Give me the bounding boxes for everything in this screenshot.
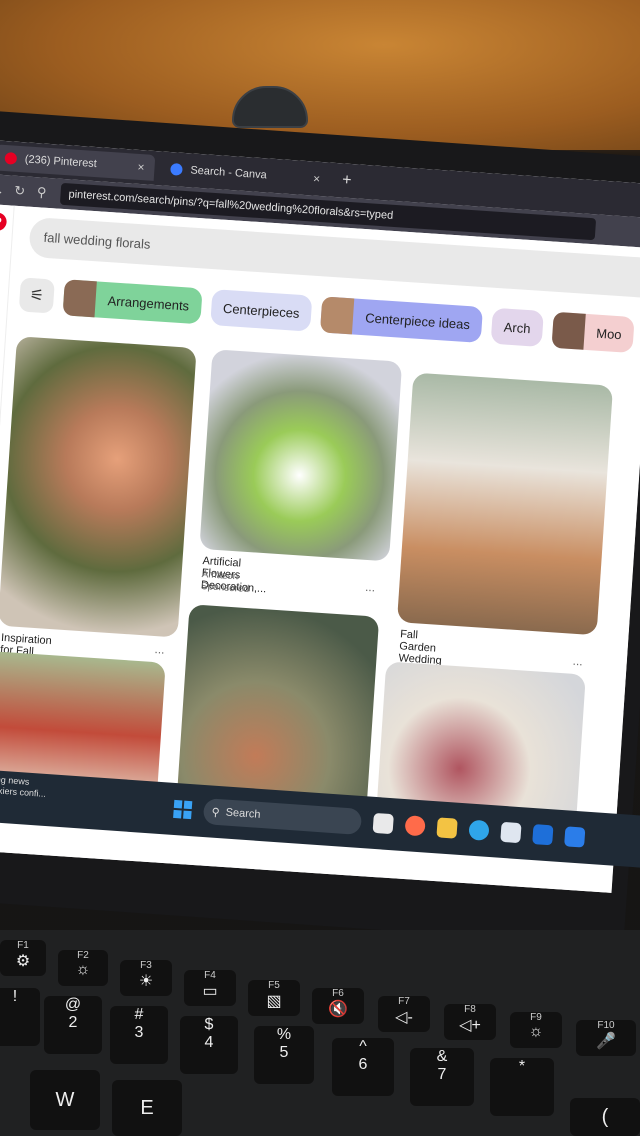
fn-key[interactable]: F6 🔇 — [312, 988, 364, 1024]
more-options-icon[interactable]: ... — [365, 580, 376, 595]
laptop-keyboard: F1 ⚙ F2 ☼ F3 ☀ F4 ▭ F5 ▧ F6 🔇 F7 ◁- F8 ◁+ F9 ☼ F1… — [0, 930, 640, 1136]
edge-icon[interactable] — [468, 819, 490, 841]
canva-favicon-icon — [170, 163, 183, 176]
news-line: king news — [0, 773, 30, 787]
fn-key[interactable]: F4 ▭ — [184, 970, 236, 1006]
chip-arrangements[interactable]: Arrangements — [62, 279, 203, 325]
mail-icon[interactable] — [564, 826, 586, 848]
news-line: t skiers confi... — [0, 785, 47, 799]
chip-thumbnail — [62, 279, 97, 318]
home-icon[interactable]: ⌂ — [0, 252, 3, 267]
filter-icon[interactable]: ⚟ — [18, 277, 55, 314]
chip-thumbnail — [551, 311, 586, 350]
letter-key[interactable]: W — [30, 1070, 100, 1130]
tab-label: (236) Pinterest — [24, 153, 98, 171]
more-options-icon[interactable]: ... — [154, 642, 165, 657]
fn-key[interactable]: F8 ◁+ — [444, 1004, 496, 1040]
windows-start-icon[interactable] — [173, 799, 193, 820]
close-icon[interactable]: × — [313, 172, 321, 186]
pin-image[interactable] — [396, 372, 614, 636]
number-key[interactable]: ^ 6 — [332, 1038, 394, 1096]
close-icon[interactable]: × — [137, 160, 145, 174]
fn-key[interactable]: F9 ☼ — [510, 1012, 562, 1048]
fn-key[interactable]: F3 ☀ — [120, 960, 172, 996]
news-widget[interactable]: king news t skiers confi... — [0, 774, 47, 800]
number-key[interactable]: % 5 — [254, 1026, 314, 1084]
fn-key[interactable]: F2 ☼ — [58, 950, 108, 986]
number-key[interactable]: @2 — [44, 996, 102, 1054]
number-key[interactable]: & 7 — [410, 1048, 474, 1106]
fn-key[interactable]: F10 🎤 — [576, 1020, 636, 1056]
fn-key[interactable]: F7 ◁- — [378, 996, 430, 1032]
letter-key[interactable]: E — [112, 1080, 182, 1136]
copilot-icon[interactable] — [404, 815, 426, 837]
number-key[interactable]: ! — [0, 988, 40, 1046]
reload-icon[interactable]: ↻ — [8, 182, 31, 199]
chip-label: Arch — [503, 318, 532, 336]
taskbar-search[interactable]: ⚲ Search — [202, 798, 363, 835]
search-icon: ⚲ — [211, 806, 221, 819]
more-options-icon[interactable]: ... — [572, 654, 583, 669]
file-explorer-icon[interactable] — [436, 817, 458, 839]
store-icon[interactable] — [500, 821, 522, 844]
chip-moo[interactable]: Moo — [551, 311, 635, 354]
letter-key[interactable]: ( — [570, 1098, 640, 1136]
pin-image[interactable] — [199, 349, 403, 562]
taskbar-search-label: Search — [225, 806, 261, 821]
pinterest-logo-icon[interactable]: P — [0, 212, 8, 232]
pinterest-favicon-icon — [4, 152, 18, 165]
sponsored-label: Sponsored — [200, 580, 250, 596]
chip-label: Moo — [595, 325, 623, 342]
outlook-icon[interactable] — [532, 824, 554, 846]
site-info-icon[interactable]: ⚲ — [30, 184, 53, 201]
fn-key[interactable]: F5 ▧ — [248, 980, 300, 1016]
number-key[interactable]: #3 — [110, 1006, 168, 1064]
chip-arch[interactable]: Arch — [490, 307, 544, 347]
fn-key[interactable]: F1 ⚙ — [0, 940, 46, 976]
new-tab-button[interactable]: + — [341, 171, 352, 190]
number-key[interactable]: $4 — [180, 1016, 238, 1074]
chip-centerpieces[interactable]: Centerpieces — [209, 289, 313, 332]
task-view-icon[interactable] — [372, 812, 394, 835]
chip-label: Centerpiece ideas — [364, 309, 471, 332]
chip-thumbnail — [320, 296, 355, 335]
tab-label: Search - Canva — [190, 164, 268, 182]
chip-label: Arrangements — [107, 292, 190, 314]
pin-image[interactable] — [0, 336, 197, 638]
chip-centerpiece-ideas[interactable]: Centerpiece ideas — [320, 296, 484, 343]
chip-label: Centerpieces — [222, 300, 300, 321]
number-key[interactable]: * — [490, 1058, 554, 1116]
